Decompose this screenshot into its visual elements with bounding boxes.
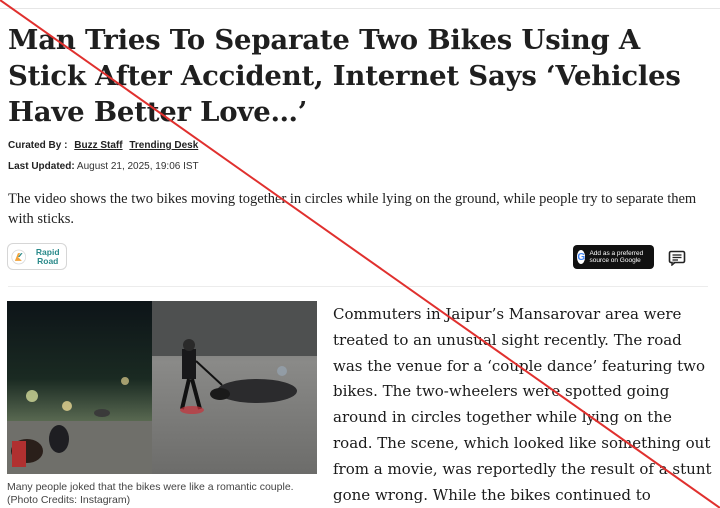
image-panel-man-with-stick: [152, 301, 317, 474]
top-bar: [0, 0, 720, 9]
curated-label: Curated By :: [8, 140, 68, 151]
comment-icon[interactable]: [668, 250, 686, 266]
google-button-label: Add as a preferred source on Google: [589, 250, 644, 264]
google-preferred-source-button[interactable]: G Add as a preferred source on Google: [573, 245, 654, 269]
rapid-road-badge[interactable]: Rapid Road: [7, 243, 67, 270]
curated-by: Curated By : Buzz Staff Trending Desk: [8, 140, 198, 151]
section-divider: [8, 286, 708, 287]
google-g-icon: G: [577, 250, 586, 264]
updated-label: Last Updated:: [8, 161, 75, 172]
author-link-buzz-staff[interactable]: Buzz Staff: [74, 140, 122, 151]
rapid-road-label: Rapid Road: [35, 246, 60, 266]
article-body: Commuters in Jaipur’s Mansarovar area we…: [333, 305, 712, 504]
article-image: [7, 301, 317, 474]
rapid-road-logo-icon: [11, 249, 27, 264]
article-summary: The video shows the two bikes moving tog…: [8, 191, 697, 227]
last-updated: Last Updated: August 21, 2025, 19:06 IST: [8, 161, 199, 172]
author-link-trending-desk[interactable]: Trending Desk: [129, 140, 198, 151]
updated-value: August 21, 2025, 19:06 IST: [76, 161, 199, 172]
image-panel-night-road: [7, 301, 152, 474]
image-caption: Many people joked that the bikes were li…: [7, 481, 294, 506]
article-headline: Man Tries To Separate Two Bikes Using A …: [8, 24, 681, 128]
